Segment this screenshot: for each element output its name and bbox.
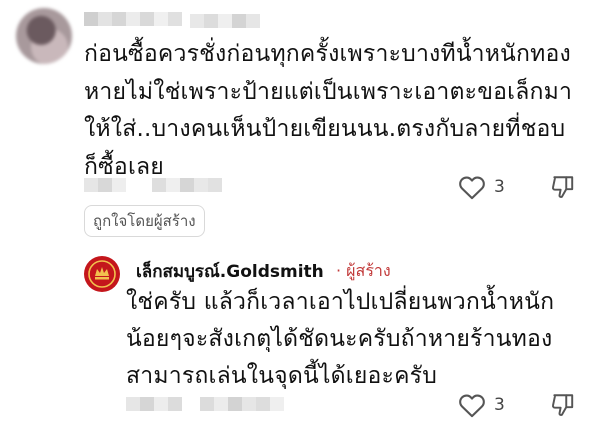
comment-dislike-button[interactable] [550, 174, 576, 200]
gold-shop-logo-icon [88, 260, 116, 288]
reply-line: น้อยๆจะสังเกตุได้ชัดนะครับถ้าหายร้านทอง [126, 326, 553, 352]
heart-outline-icon [458, 174, 486, 200]
thumbs-down-outline-icon [550, 392, 576, 418]
comment-reply-link-blurred[interactable] [152, 178, 222, 192]
liked-by-creator-label: ถูกใจโดยผู้สร้าง [93, 212, 196, 230]
comment-like-count: 3 [494, 177, 505, 197]
creator-avatar[interactable] [84, 256, 120, 292]
reply-dislike-button[interactable] [550, 392, 576, 418]
reply-like-button[interactable]: 3 [458, 392, 505, 418]
comment-line: หายไม่ใช่เพราะป้ายแต่เป็นเพราะเอาตะขอเล็… [84, 78, 573, 105]
comment-date-blurred [190, 14, 260, 28]
commenter-name-blurred[interactable] [84, 12, 182, 26]
comment-line: ก่อนซื้อควรชั่งก่อนทุกครั้งเพราะบางทีน้ำ… [84, 41, 571, 67]
creator-badge: · ผู้สร้าง [336, 261, 391, 280]
commenter-avatar[interactable] [16, 8, 72, 64]
reply-meta-blurred [126, 397, 182, 411]
comment-meta-blurred [84, 178, 126, 192]
reply-text: ใช่ครับ แล้วก็เวลาเอาไปเปลี่ยนพวกน้ำหนัก… [126, 284, 590, 395]
reply-reply-link-blurred[interactable] [200, 397, 284, 411]
liked-by-creator-chip: ถูกใจโดยผู้สร้าง [84, 205, 205, 237]
comment-like-button[interactable]: 3 [458, 174, 505, 200]
comment-line: ให้ใส่..บางคนเห็นป้ายเขียนนน.ตรงกับลายที… [84, 116, 566, 142]
reply-line: ใช่ครับ แล้วก็เวลาเอาไปเปลี่ยนพวกน้ำหนัก [126, 289, 555, 315]
heart-outline-icon [458, 392, 486, 418]
reply-like-count: 3 [494, 395, 505, 415]
reply-author-name[interactable]: เล็กสมบูรณ์.Goldsmith [136, 258, 324, 285]
comment-text: ก่อนซื้อควรชั่งก่อนทุกครั้งเพราะบางทีน้ำ… [84, 36, 590, 186]
reply-line: สามารถเล่นในจุดนี้ได้เยอะครับ [126, 363, 438, 389]
thumbs-down-outline-icon [550, 174, 576, 200]
